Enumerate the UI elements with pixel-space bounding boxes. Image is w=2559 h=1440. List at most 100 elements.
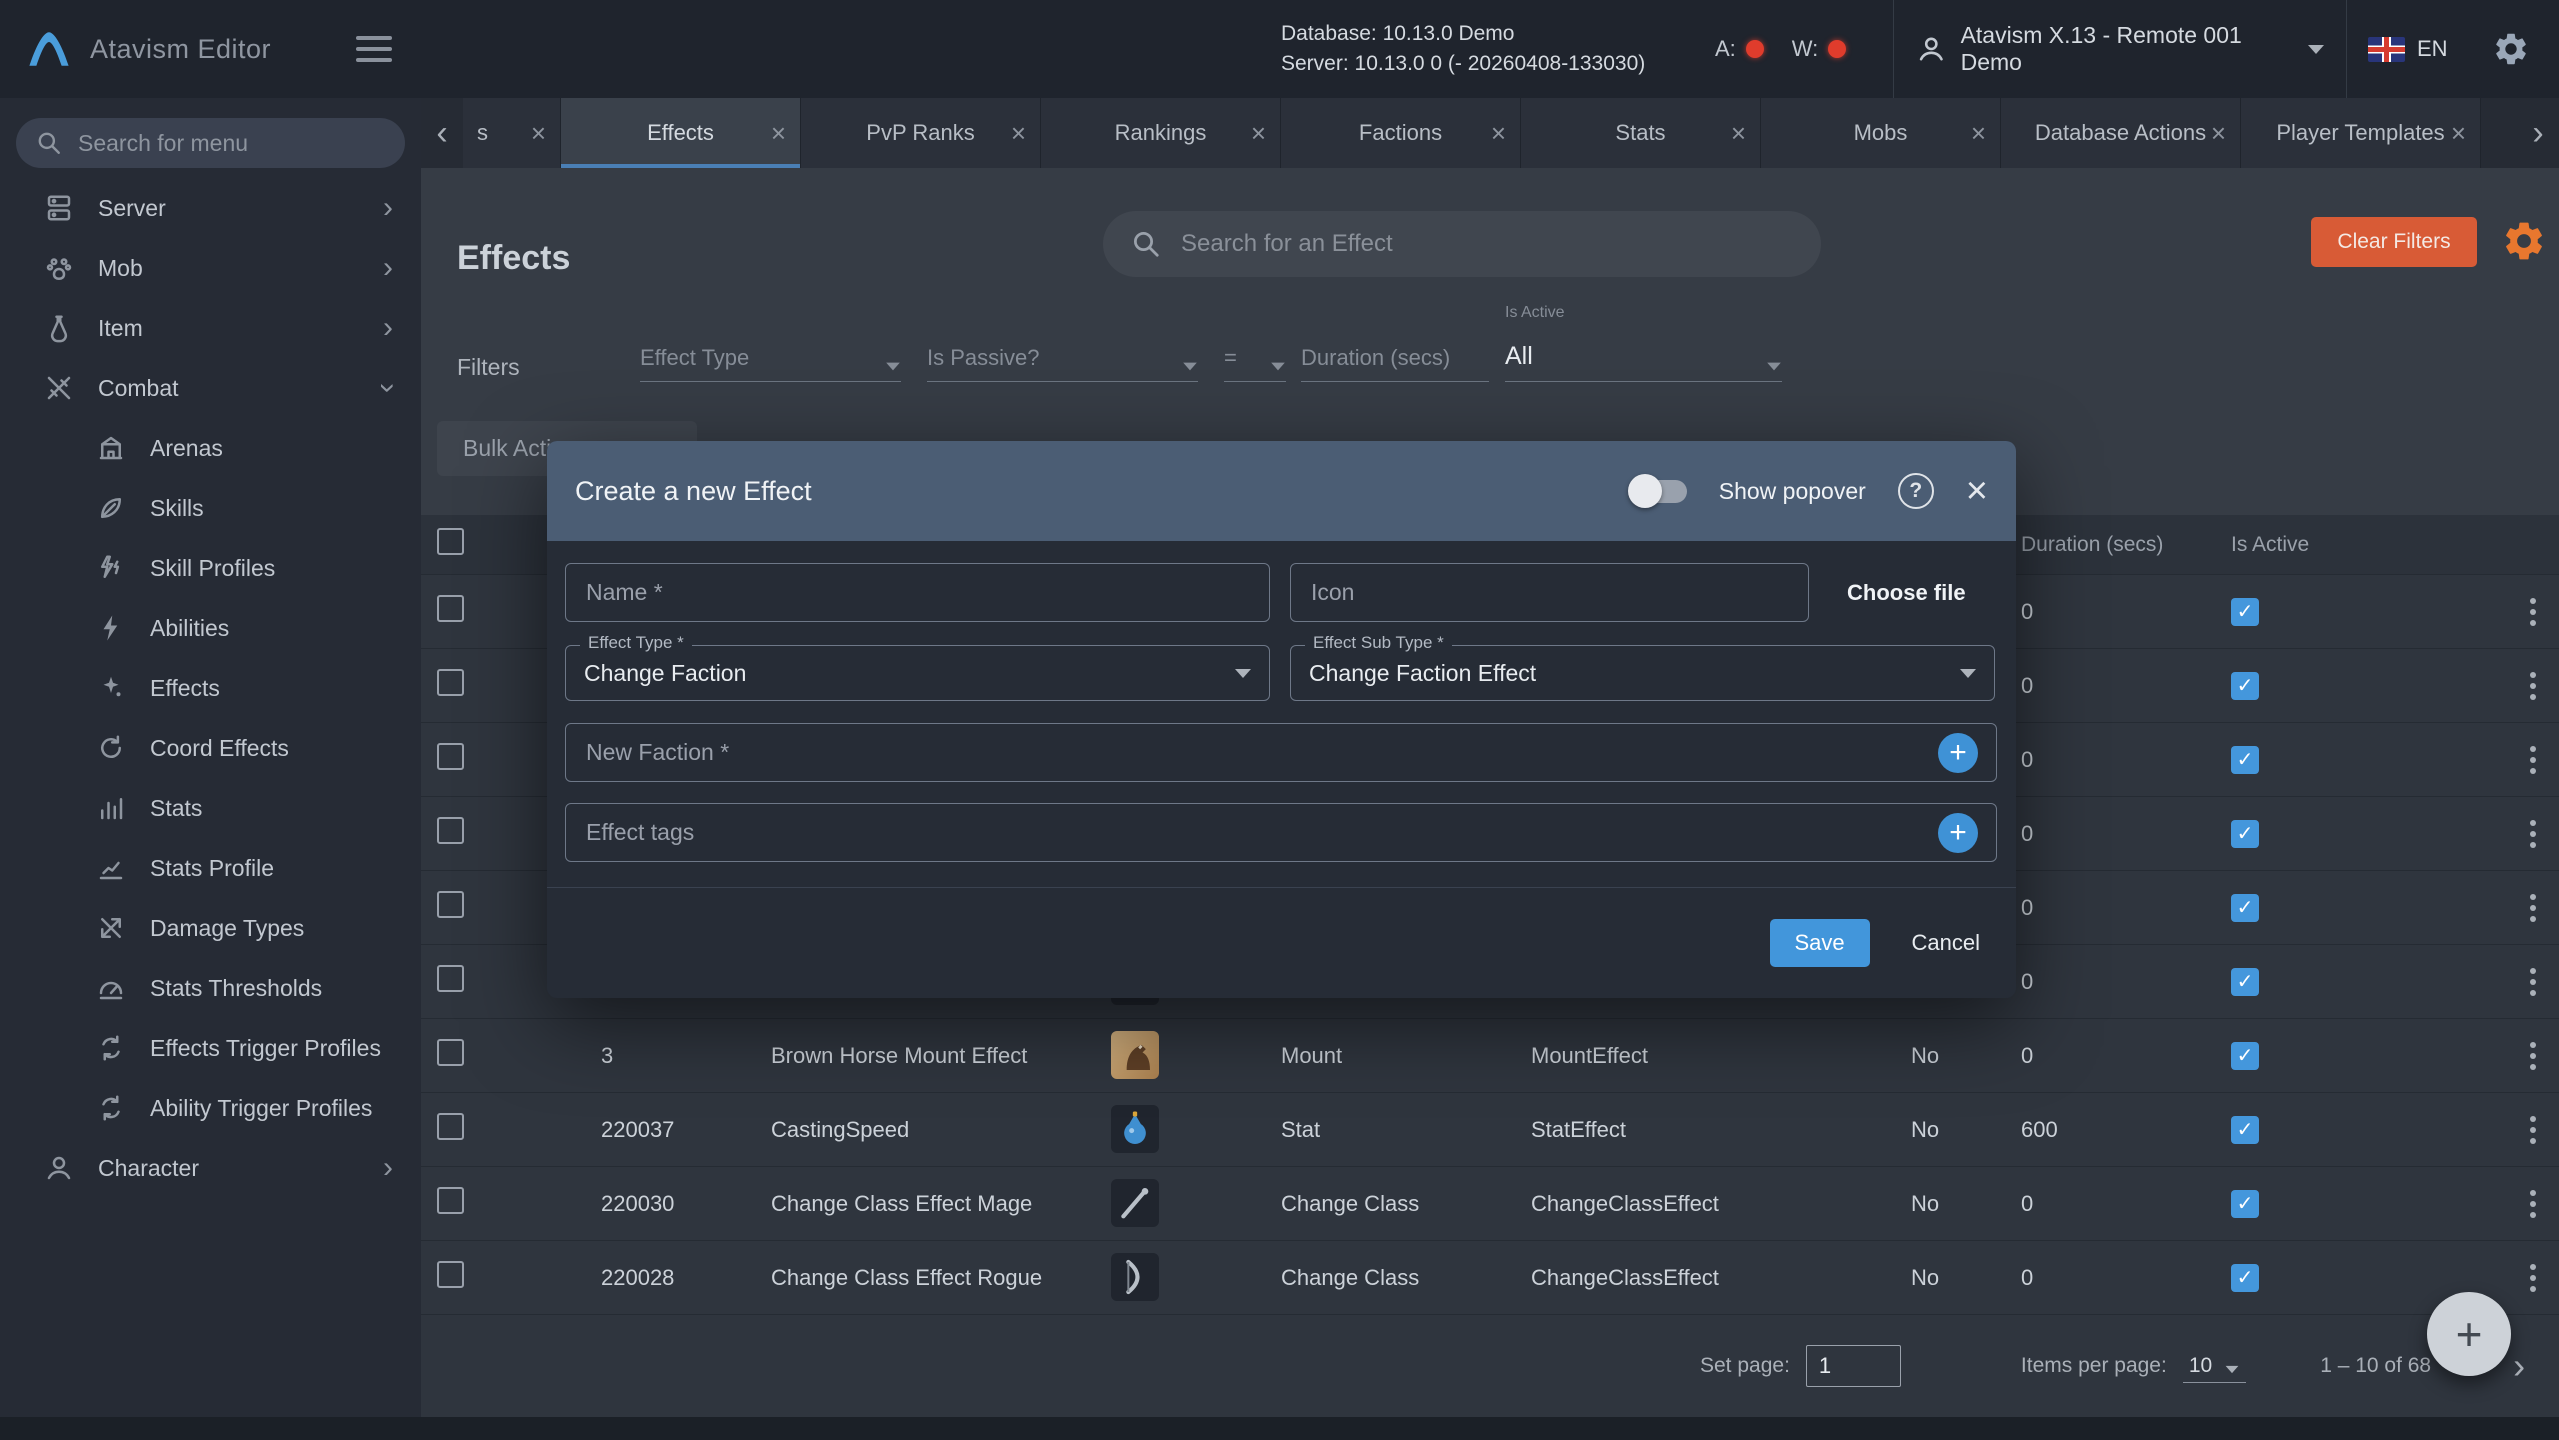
tab-factions[interactable]: Factions × [1281, 98, 1521, 168]
sidebar-item-coord-effects[interactable]: Coord Effects [0, 718, 421, 778]
profile-selector[interactable]: Atavism X.13 - Remote 001 Demo [1893, 0, 2347, 98]
close-icon[interactable]: × [1971, 120, 1986, 146]
close-icon[interactable]: × [1966, 472, 1988, 510]
name-input[interactable] [584, 578, 1251, 607]
add-tag-button[interactable]: + [1938, 813, 1978, 853]
close-icon[interactable]: × [1011, 120, 1026, 146]
add-effect-fab[interactable]: + [2427, 1292, 2511, 1376]
is-active-checkbox[interactable]: ✓ [2231, 1042, 2259, 1070]
sidebar-item-ability-trigger-profiles[interactable]: Ability Trigger Profiles [0, 1078, 421, 1138]
clear-filters-button[interactable]: Clear Filters [2311, 217, 2477, 267]
sidebar-item-skill-profiles[interactable]: Skill Profiles [0, 538, 421, 598]
choose-file-button[interactable]: Choose file [1841, 563, 1972, 622]
effect-sub-type-select[interactable]: Effect Sub Type * Change Faction Effect [1290, 645, 1995, 701]
kebab-menu-icon[interactable] [2513, 1036, 2553, 1076]
effect-search-input[interactable] [1179, 229, 1793, 259]
is-active-checkbox[interactable]: ✓ [2231, 1116, 2259, 1144]
is-active-checkbox[interactable]: ✓ [2231, 672, 2259, 700]
next-page-icon[interactable]: › [2513, 1345, 2525, 1387]
icon-input[interactable] [1309, 578, 1790, 607]
tabs-scroll-right-icon[interactable]: › [2517, 98, 2559, 168]
tab-database-actions[interactable]: Database Actions × [2001, 98, 2241, 168]
topbar: Atavism Editor Database: 10.13.0 Demo Se… [0, 0, 2559, 98]
is-passive-filter[interactable]: Is Passive? [927, 318, 1198, 382]
kebab-menu-icon[interactable] [2513, 1110, 2553, 1150]
sidebar-search-input[interactable] [76, 129, 385, 158]
tab-stats[interactable]: Stats × [1521, 98, 1761, 168]
close-icon[interactable]: × [1251, 120, 1266, 146]
row-checkbox[interactable] [437, 595, 464, 622]
kebab-menu-icon[interactable] [2513, 1258, 2553, 1298]
row-checkbox[interactable] [437, 891, 464, 918]
close-icon[interactable]: × [2451, 120, 2466, 146]
tabs-scroll-left-icon[interactable]: ‹ [421, 98, 463, 168]
duration-filter[interactable]: Duration (secs) [1301, 318, 1489, 382]
select-all-checkbox[interactable] [437, 528, 464, 555]
row-checkbox[interactable] [437, 1261, 464, 1288]
kebab-menu-icon[interactable] [2513, 592, 2553, 632]
close-icon[interactable]: × [2211, 120, 2226, 146]
sidebar-item-damage-types[interactable]: Damage Types [0, 898, 421, 958]
effect-tags-input[interactable] [584, 818, 1938, 847]
sidebar-item-stats[interactable]: Stats [0, 778, 421, 838]
tab-effects[interactable]: Effects × [561, 98, 801, 168]
sidebar-item-stats-thresholds[interactable]: Stats Thresholds [0, 958, 421, 1018]
sidebar-item-server[interactable]: Server › [0, 178, 421, 238]
kebab-menu-icon[interactable] [2513, 740, 2553, 780]
kebab-menu-icon[interactable] [2513, 962, 2553, 1002]
kebab-menu-icon[interactable] [2513, 814, 2553, 854]
hamburger-menu-icon[interactable] [356, 36, 392, 62]
is-active-checkbox[interactable]: ✓ [2231, 968, 2259, 996]
set-page-input[interactable] [1806, 1345, 1901, 1387]
sidebar-item-character[interactable]: Character › [0, 1138, 421, 1198]
add-faction-button[interactable]: + [1938, 733, 1978, 773]
close-icon[interactable]: × [1491, 120, 1506, 146]
row-checkbox[interactable] [437, 1113, 464, 1140]
effect-type-filter[interactable]: Effect Type [640, 318, 901, 382]
close-icon[interactable]: × [531, 120, 546, 146]
tab-partial[interactable]: s × [463, 98, 561, 168]
is-active-filter[interactable]: Is Active All [1505, 318, 1782, 382]
language-selector[interactable]: EN [2368, 0, 2448, 98]
items-per-page-select[interactable]: 10 [2183, 1350, 2246, 1383]
show-popover-toggle[interactable] [1631, 480, 1687, 503]
kebab-menu-icon[interactable] [2513, 666, 2553, 706]
help-icon[interactable]: ? [1898, 473, 1934, 509]
sidebar-item-abilities[interactable]: Abilities [0, 598, 421, 658]
tab-rankings[interactable]: Rankings × [1041, 98, 1281, 168]
row-checkbox[interactable] [437, 1039, 464, 1066]
settings-gear-icon[interactable] [2492, 30, 2530, 68]
page-settings-gear-icon[interactable] [2501, 218, 2547, 264]
tab-mobs[interactable]: Mobs × [1761, 98, 2001, 168]
effect-type-select[interactable]: Effect Type * Change Faction [565, 645, 1270, 701]
sidebar-item-effects-trigger-profiles[interactable]: Effects Trigger Profiles [0, 1018, 421, 1078]
row-checkbox[interactable] [437, 965, 464, 992]
is-active-checkbox[interactable]: ✓ [2231, 894, 2259, 922]
row-checkbox[interactable] [437, 669, 464, 696]
is-active-checkbox[interactable]: ✓ [2231, 1190, 2259, 1218]
row-checkbox[interactable] [437, 817, 464, 844]
save-button[interactable]: Save [1770, 919, 1870, 967]
close-icon[interactable]: × [771, 120, 786, 146]
kebab-menu-icon[interactable] [2513, 1184, 2553, 1224]
sidebar-item-item[interactable]: Item › [0, 298, 421, 358]
cancel-button[interactable]: Cancel [1906, 929, 1986, 957]
sidebar-item-combat[interactable]: Combat › [0, 358, 421, 418]
is-active-checkbox[interactable]: ✓ [2231, 1264, 2259, 1292]
row-checkbox[interactable] [437, 1187, 464, 1214]
sidebar-item-stats-profile[interactable]: Stats Profile [0, 838, 421, 898]
close-icon[interactable]: × [1731, 120, 1746, 146]
row-checkbox[interactable] [437, 743, 464, 770]
new-faction-input[interactable] [584, 738, 1938, 767]
sidebar-item-skills[interactable]: Skills [0, 478, 421, 538]
operator-filter[interactable]: = [1224, 318, 1286, 382]
tab-player-templates[interactable]: Player Templates × [2241, 98, 2481, 168]
is-active-checkbox[interactable]: ✓ [2231, 746, 2259, 774]
sidebar-item-effects[interactable]: Effects [0, 658, 421, 718]
tab-pvp-ranks[interactable]: PvP Ranks × [801, 98, 1041, 168]
sidebar-item-arenas[interactable]: Arenas [0, 418, 421, 478]
sidebar-item-mob[interactable]: Mob › [0, 238, 421, 298]
kebab-menu-icon[interactable] [2513, 888, 2553, 928]
is-active-checkbox[interactable]: ✓ [2231, 820, 2259, 848]
is-active-checkbox[interactable]: ✓ [2231, 598, 2259, 626]
